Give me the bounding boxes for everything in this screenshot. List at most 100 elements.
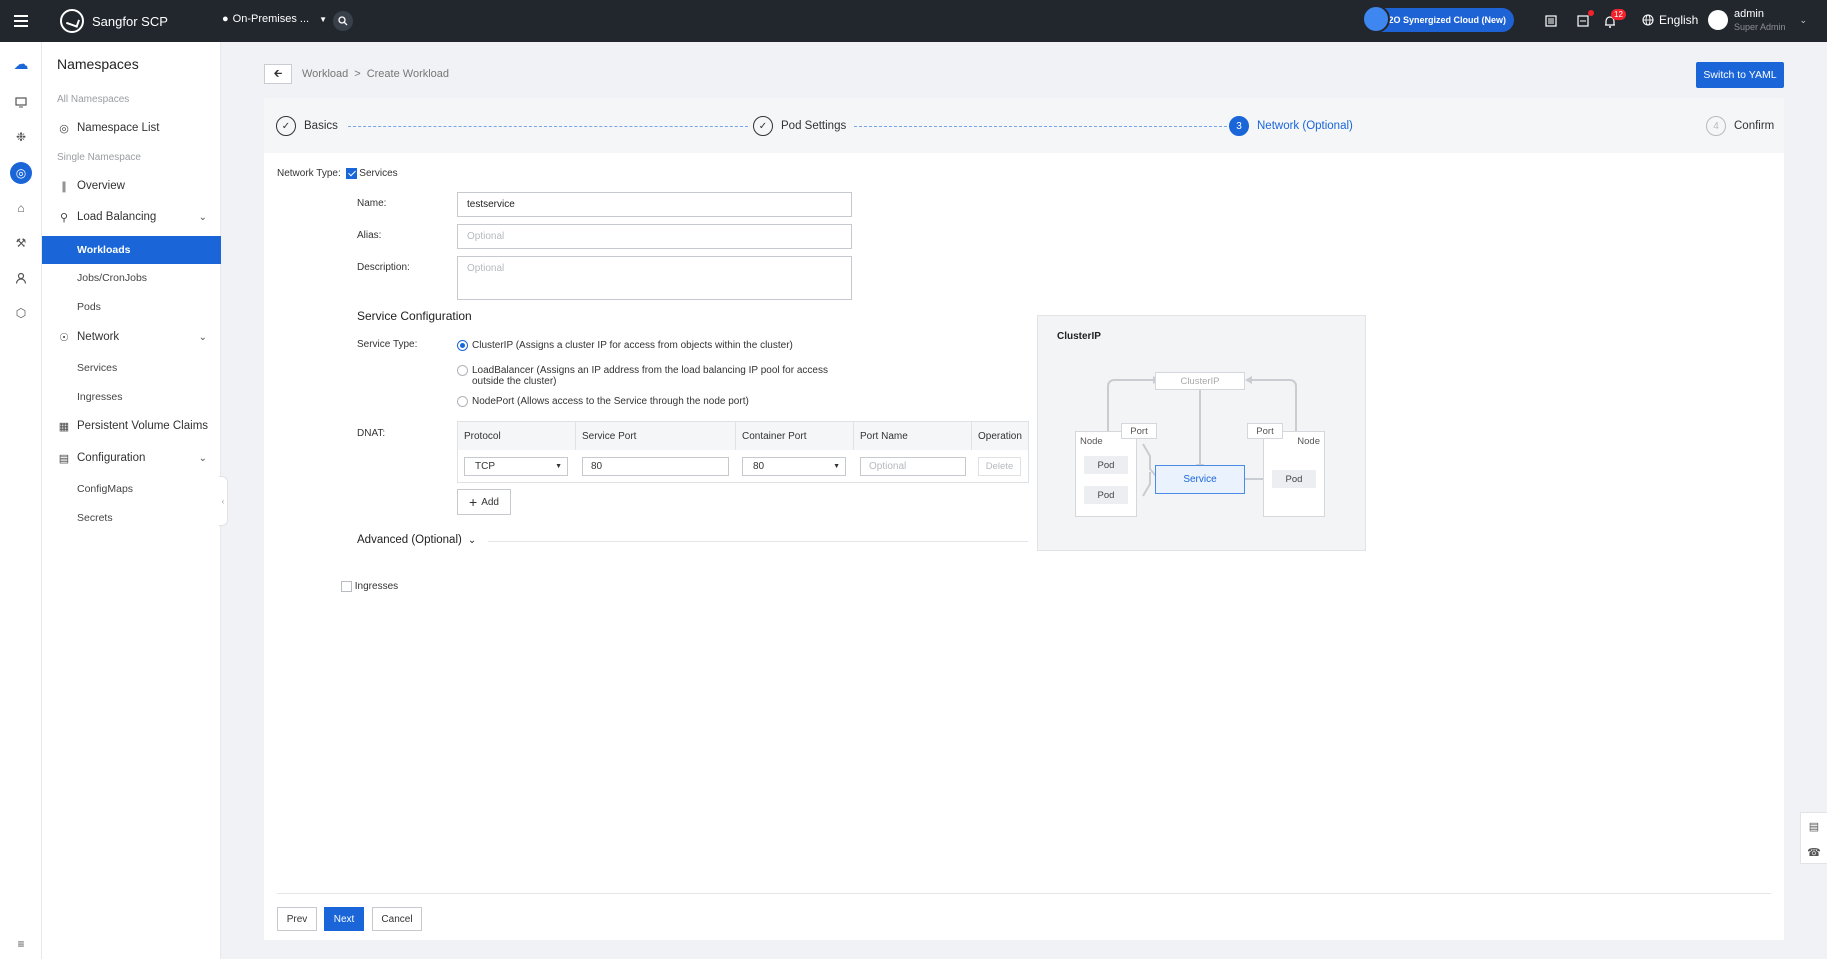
column-protocol: Protocol [458, 422, 576, 450]
protocol-select[interactable]: TCP ▼ [464, 456, 568, 476]
services-checkbox-label[interactable]: Services [359, 168, 397, 179]
search-icon[interactable] [333, 11, 353, 31]
network-type-row: Network Type: Services [277, 168, 398, 179]
store-icon[interactable]: ⌂ [12, 199, 30, 217]
radio-unselected[interactable] [457, 365, 468, 376]
location-selector[interactable]: ● On-Premises ... ▼ [222, 13, 327, 25]
step-confirm[interactable]: 4 Confirm [1706, 116, 1774, 136]
tool-icon[interactable]: ⚒ [12, 234, 30, 252]
cancel-button[interactable]: Cancel [372, 907, 422, 931]
sidebar-item-configuration[interactable]: ▤ Configuration ⌄ [42, 444, 221, 472]
radio-label: LoadBalancer (Assigns an IP address from… [472, 365, 828, 387]
sidebar-item-label: Load Balancing [77, 211, 157, 223]
services-checkbox[interactable] [345, 168, 357, 179]
column-container-port: Container Port [736, 422, 854, 450]
o2o-label: O2O Synergized Cloud (New) [1381, 15, 1506, 25]
back-button[interactable]: 🡰 [264, 64, 292, 84]
check-icon: ✓ [276, 116, 296, 136]
sidebar: Namespaces All Namespaces ◎ Namespace Li… [42, 42, 221, 959]
sidebar-item-label: Namespace List [77, 122, 160, 134]
next-button[interactable]: Next [324, 907, 364, 931]
chevron-down-icon: ⌄ [1799, 14, 1808, 25]
sidebar-item-jobs[interactable]: Jobs/CronJobs [42, 264, 221, 292]
o2o-cloud-button[interactable]: O2O Synergized Cloud (New) [1362, 5, 1514, 33]
diagram-node-left: Node [1075, 431, 1137, 517]
step-connector [854, 126, 1232, 127]
service-type-clusterip[interactable]: ClusterIP (Assigns a cluster IP for acce… [457, 340, 857, 351]
caret-down-icon: ▼ [833, 462, 840, 470]
ingresses-checkbox[interactable] [341, 581, 352, 592]
document-icon[interactable]: ▤ [1801, 813, 1827, 839]
alias-field[interactable]: Optional [457, 224, 852, 249]
breadcrumb-separator: > [354, 68, 361, 80]
user-menu[interactable]: admin Super Admin ⌄ [1708, 7, 1807, 33]
radio-selected[interactable] [457, 340, 468, 351]
column-port-name: Port Name [854, 422, 972, 450]
service-type-nodeport[interactable]: NodePort (Allows access to the Service t… [457, 396, 857, 407]
sidebar-item-services[interactable]: Services [42, 354, 221, 382]
step-number: 3 [1229, 116, 1249, 136]
settings-icon[interactable]: ⬡ [12, 304, 30, 322]
diagram-service-box: Service [1155, 465, 1245, 494]
language-label: English [1659, 13, 1699, 27]
service-port-field[interactable]: 80 [582, 456, 729, 476]
brand-logo[interactable]: Sangfor SCP [60, 9, 168, 33]
chevron-down-icon: ⌄ [198, 452, 207, 464]
cloud-icon[interactable]: ☁ [12, 55, 30, 73]
switch-to-yaml-button[interactable]: Switch to YAML [1696, 62, 1784, 88]
add-label: Add [481, 496, 499, 508]
sidebar-item-secrets[interactable]: Secrets [42, 504, 221, 532]
delete-button[interactable]: Delete [978, 456, 1021, 476]
collapse-menu-icon[interactable]: ≡ [12, 935, 30, 953]
sidebar-group-all: All Namespaces [57, 94, 130, 105]
sidebar-item-load-balancing[interactable]: ⚲ Load Balancing ⌄ [42, 203, 221, 231]
add-port-button[interactable]: + Add [457, 489, 511, 515]
breadcrumb-current: Create Workload [366, 68, 450, 80]
namespace-icon[interactable]: ◎ [10, 162, 32, 184]
sidebar-group-single: Single Namespace [57, 152, 141, 163]
container-port-select[interactable]: 80 ▼ [742, 456, 846, 476]
step-label: Pod Settings [781, 120, 847, 132]
location-label: On-Premises ... [232, 13, 310, 25]
chevron-down-icon: ⌄ [467, 534, 477, 546]
sidebar-item-configmaps[interactable]: ConfigMaps [42, 475, 221, 503]
bell-icon[interactable]: 12 [1601, 9, 1626, 30]
prev-button[interactable]: Prev [277, 907, 317, 931]
support-icon[interactable]: ☎ [1801, 839, 1827, 865]
service-type-loadbalancer[interactable]: LoadBalancer (Assigns an IP address from… [457, 365, 857, 387]
list-icon[interactable] [1542, 12, 1560, 30]
sidebar-item-label: Network [77, 331, 120, 343]
sidebar-item-label: Overview [77, 180, 125, 192]
name-field[interactable]: testservice [457, 192, 852, 217]
step-network[interactable]: 3 Network (Optional) [1229, 116, 1353, 136]
icon-rail: ☁ ❉ ◎ ⌂ ⚒ ⬡ ≡ [0, 42, 42, 959]
sidebar-item-pods[interactable]: Pods [42, 293, 221, 321]
sidebar-item-network[interactable]: ☉ Network ⌄ [42, 323, 221, 351]
step-basics[interactable]: ✓ Basics [276, 116, 338, 136]
menu-icon[interactable] [0, 0, 42, 42]
sidebar-collapse-handle[interactable]: ‹ [219, 476, 228, 526]
location-pin-icon: ● [222, 13, 229, 25]
radio-label: NodePort (Allows access to the Service t… [472, 396, 749, 407]
advanced-toggle[interactable]: Advanced (Optional) ⌄ [357, 534, 476, 546]
step-pod-settings[interactable]: ✓ Pod Settings [753, 116, 846, 136]
radio-unselected[interactable] [457, 396, 468, 407]
language-selector[interactable]: English [1642, 13, 1698, 27]
stepper: ✓ Basics ✓ Pod Settings 3 Network (Optio… [264, 98, 1784, 153]
sidebar-item-workloads[interactable]: Workloads [42, 236, 221, 264]
diagram-pod: Pod [1084, 486, 1128, 504]
port-name-field[interactable]: Optional [860, 456, 966, 476]
cluster-icon[interactable]: ❉ [12, 128, 30, 146]
sidebar-item-pvc[interactable]: ▦ Persistent Volume Claims [42, 412, 221, 440]
network-type-label: Network Type: [277, 168, 341, 180]
ingresses-label[interactable]: Ingresses [355, 581, 398, 592]
user-icon[interactable] [12, 269, 30, 287]
sidebar-item-ingresses[interactable]: Ingresses [42, 383, 221, 411]
sidebar-item-namespace-list[interactable]: ◎ Namespace List [42, 114, 221, 142]
breadcrumb-parent[interactable]: Workload [302, 68, 348, 80]
monitor-icon[interactable] [12, 93, 30, 111]
description-field[interactable]: Optional [457, 256, 852, 300]
sidebar-item-overview[interactable]: ∥ Overview [42, 172, 221, 200]
step-number: 4 [1706, 116, 1726, 136]
task-icon[interactable] [1574, 10, 1594, 30]
